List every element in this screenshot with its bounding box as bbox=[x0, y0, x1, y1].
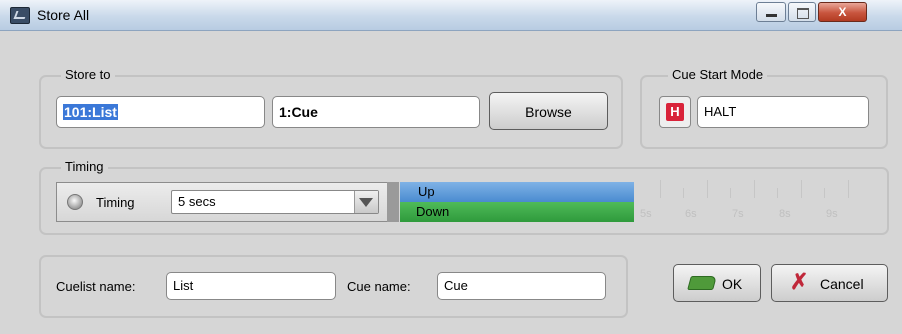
timing-label: Timing bbox=[96, 195, 135, 210]
scale-tick bbox=[801, 180, 802, 198]
dropdown-arrow-glyph bbox=[359, 198, 373, 207]
cancel-x-icon: ✗ bbox=[790, 269, 809, 294]
cuelist-target-field[interactable]: 101:List bbox=[56, 96, 265, 128]
window-title: Store All bbox=[37, 7, 90, 23]
cancel-label: Cancel bbox=[820, 276, 864, 292]
ok-label: OK bbox=[722, 276, 743, 292]
scale-minor-tick bbox=[824, 188, 825, 198]
cue-name-label: Cue name: bbox=[347, 279, 411, 294]
scale-tick bbox=[660, 180, 661, 198]
scale-minor-tick bbox=[730, 188, 731, 198]
ok-icon bbox=[687, 276, 717, 290]
cue-start-mode-field[interactable]: HALT bbox=[697, 96, 869, 128]
close-icon[interactable]: X bbox=[818, 2, 867, 22]
cuelist-name-input[interactable]: List bbox=[166, 272, 336, 300]
up-bar-label: Up bbox=[418, 184, 435, 199]
maximize-icon[interactable] bbox=[788, 2, 816, 22]
up-bar bbox=[400, 182, 634, 202]
scale-minor-tick bbox=[777, 188, 778, 198]
app-icon bbox=[10, 7, 30, 24]
scale-minor-tick bbox=[683, 188, 684, 198]
scale-label: 8s bbox=[779, 208, 791, 220]
scale-label: 9s bbox=[826, 208, 838, 220]
store-to-legend: Store to bbox=[61, 67, 115, 82]
timing-divider bbox=[387, 182, 399, 222]
timing-legend: Timing bbox=[61, 159, 108, 174]
ok-button[interactable] bbox=[673, 264, 761, 302]
timing-select[interactable]: 5 secs bbox=[171, 190, 379, 214]
scale-tick bbox=[754, 180, 755, 198]
title-bar: Store All X bbox=[0, 0, 902, 31]
timing-radio-icon[interactable] bbox=[67, 194, 83, 210]
scale-label: 6s bbox=[685, 208, 697, 220]
cuelist-target-value: 101:List bbox=[63, 104, 118, 120]
scale-tick bbox=[848, 180, 849, 198]
cue-target-field[interactable]: 1:Cue bbox=[272, 96, 480, 128]
cuelist-name-label: Cuelist name: bbox=[56, 279, 136, 294]
scale-label: 7s bbox=[732, 208, 744, 220]
scale-label: 5s bbox=[640, 208, 652, 220]
minimize-icon[interactable] bbox=[756, 2, 786, 22]
halt-badge-letter: H bbox=[670, 104, 680, 119]
browse-button[interactable]: Browse bbox=[489, 92, 608, 130]
scale-tick bbox=[707, 180, 708, 198]
down-bar-label: Down bbox=[416, 204, 450, 219]
cue-name-input[interactable]: Cue bbox=[437, 272, 606, 300]
cue-start-mode-legend: Cue Start Mode bbox=[668, 67, 768, 82]
